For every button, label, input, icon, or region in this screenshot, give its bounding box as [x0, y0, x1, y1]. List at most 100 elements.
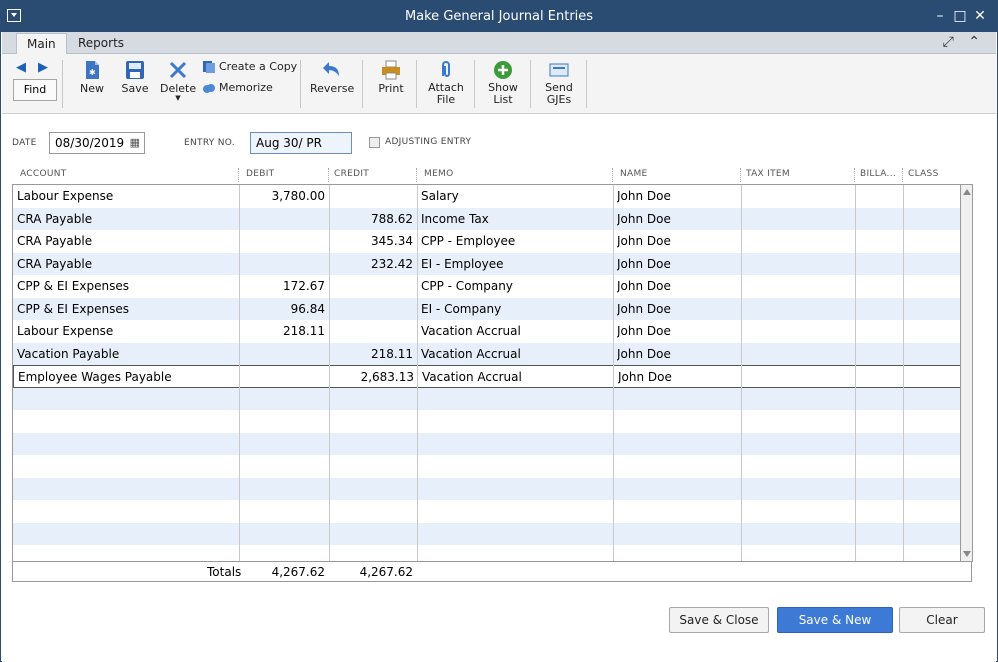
table-row[interactable]: Labour Expense 3,780.00 Salary John Doe [13, 185, 971, 208]
cell-name[interactable]: John Doe [617, 234, 737, 248]
cell-name[interactable]: John Doe [617, 302, 737, 316]
table-row[interactable]: CRA Payable 788.62 Income Tax John Doe [13, 207, 971, 230]
cell-memo[interactable]: CPP - Employee [421, 234, 609, 248]
cell-memo[interactable]: Income Tax [421, 212, 609, 226]
table-row[interactable]: CRA Payable 232.42 EI - Employee John Doe [13, 252, 971, 275]
cell-memo[interactable]: Vacation Accrual [421, 324, 609, 338]
table-row[interactable]: Employee Wages Payable 2,683.13 Vacation A… [13, 365, 971, 388]
cell-credit[interactable]: 2,683.13 [334, 370, 414, 384]
table-row[interactable] [13, 410, 971, 433]
save-close-button[interactable]: Save & Close [669, 607, 769, 633]
cell-account[interactable]: Vacation Payable [17, 347, 235, 361]
cell-name[interactable]: John Doe [617, 257, 737, 271]
memorize-button[interactable]: Memorize [202, 81, 273, 95]
close-icon[interactable]: ✕ [971, 8, 989, 24]
cell-account[interactable]: CRA Payable [17, 234, 235, 248]
table-row[interactable] [13, 500, 971, 523]
cell-name[interactable]: John Doe [617, 324, 737, 338]
cell-debit[interactable]: 172.67 [243, 279, 325, 293]
previous-arrow-icon[interactable]: ◀ [16, 60, 26, 75]
reverse-button[interactable]: Reverse [310, 60, 354, 95]
cell-name[interactable]: John Doe [617, 279, 737, 293]
cell-name[interactable]: John Doe [617, 212, 737, 226]
cell-memo[interactable]: Vacation Accrual [421, 347, 609, 361]
cell-account[interactable]: CPP & EI Expenses [17, 302, 235, 316]
table-row[interactable]: Vacation Payable 218.11 Vacation Accrual Jo… [13, 342, 971, 365]
cell-account[interactable]: CRA Payable [17, 212, 235, 226]
col-credit[interactable]: CREDIT [334, 169, 369, 179]
next-arrow-icon[interactable]: ▶ [38, 60, 48, 75]
tab-reports[interactable]: Reports [68, 33, 134, 54]
col-account[interactable]: ACCOUNT [20, 169, 67, 179]
table-row[interactable]: CPP & EI Expenses 96.84 EI - Company John D… [13, 297, 971, 320]
table-row[interactable] [13, 522, 971, 545]
grid-scrollbar[interactable] [960, 184, 973, 562]
delete-dropdown-icon[interactable]: ▼ [160, 95, 196, 102]
cell-memo[interactable]: EI - Employee [421, 257, 609, 271]
cell-debit[interactable]: 3,780.00 [243, 189, 325, 203]
show-list-button[interactable]: Show List [486, 60, 520, 106]
column-divider[interactable] [416, 168, 417, 182]
calendar-icon[interactable]: ▦ [130, 136, 140, 149]
table-row[interactable]: CPP & EI Expenses 172.67 CPP - Company John… [13, 275, 971, 298]
find-button[interactable]: Find [13, 79, 57, 101]
cell-account[interactable]: Employee Wages Payable [18, 370, 236, 384]
cell-debit[interactable]: 96.84 [243, 302, 325, 316]
print-button[interactable]: Print [376, 60, 406, 95]
column-divider[interactable] [740, 168, 741, 182]
cell-name[interactable]: John Doe [617, 189, 737, 203]
entry-no-field[interactable]: Aug 30/ PR [250, 132, 352, 154]
col-class[interactable]: CLASS [908, 169, 939, 179]
column-divider[interactable] [328, 168, 329, 182]
cell-credit[interactable]: 345.34 [333, 234, 413, 248]
table-row[interactable] [13, 432, 971, 455]
clear-button[interactable]: Clear [899, 607, 985, 633]
cell-credit[interactable]: 788.62 [333, 212, 413, 226]
totals-debit: 4,267.62 [271, 565, 325, 579]
save-new-button[interactable]: Save & New [777, 607, 893, 633]
new-button[interactable]: ✱ New [78, 60, 106, 95]
cell-account[interactable]: Labour Expense [17, 324, 235, 338]
cell-memo[interactable]: Vacation Accrual [422, 370, 610, 384]
cell-memo[interactable]: Salary [421, 189, 609, 203]
attach-file-button[interactable]: Attach File [428, 60, 464, 106]
expand-icon[interactable]: ⤢ [943, 34, 954, 50]
tab-main[interactable]: Main [16, 33, 67, 54]
cell-account[interactable]: Labour Expense [17, 189, 235, 203]
cell-name[interactable]: John Doe [617, 347, 737, 361]
maximize-icon[interactable]: □ [951, 8, 969, 24]
date-field[interactable]: 08/30/2019 ▦ [49, 132, 145, 154]
adjusting-entry-checkbox[interactable] [369, 137, 380, 148]
col-debit[interactable]: DEBIT [246, 169, 274, 179]
scroll-up-icon[interactable] [963, 189, 971, 195]
table-row[interactable] [13, 455, 971, 478]
ribbon-tabs: Main Reports ⤢ ⌃ [2, 32, 996, 54]
save-button[interactable]: Save [120, 60, 150, 95]
table-row[interactable]: CRA Payable 345.34 CPP - Employee John Doe [13, 230, 971, 253]
cell-credit[interactable]: 218.11 [333, 347, 413, 361]
send-gjes-button[interactable]: Send GJEs [542, 60, 576, 106]
table-row[interactable] [13, 477, 971, 500]
table-row[interactable]: Labour Expense 218.11 Vacation Accrual John… [13, 320, 971, 343]
minimize-icon[interactable]: – [931, 8, 949, 24]
cell-memo[interactable]: EI - Company [421, 302, 609, 316]
col-memo[interactable]: MEMO [424, 169, 454, 179]
col-billable[interactable]: BILLA... [860, 169, 896, 179]
column-divider[interactable] [854, 168, 855, 182]
cell-account[interactable]: CPP & EI Expenses [17, 279, 235, 293]
col-tax-item[interactable]: TAX ITEM [746, 169, 790, 179]
column-divider[interactable] [612, 168, 613, 182]
cell-credit[interactable]: 232.42 [333, 257, 413, 271]
col-name[interactable]: NAME [620, 169, 648, 179]
cell-debit[interactable]: 218.11 [243, 324, 325, 338]
cell-name[interactable]: John Doe [618, 370, 738, 384]
delete-button[interactable]: Delete ▼ [160, 60, 196, 102]
column-divider[interactable] [238, 168, 239, 182]
scroll-down-icon[interactable] [963, 551, 971, 557]
create-copy-button[interactable]: Create a Copy [202, 60, 297, 74]
column-divider[interactable] [902, 168, 903, 182]
table-row[interactable] [13, 387, 971, 410]
collapse-ribbon-icon[interactable]: ⌃ [968, 34, 980, 50]
cell-memo[interactable]: CPP - Company [421, 279, 609, 293]
cell-account[interactable]: CRA Payable [17, 257, 235, 271]
